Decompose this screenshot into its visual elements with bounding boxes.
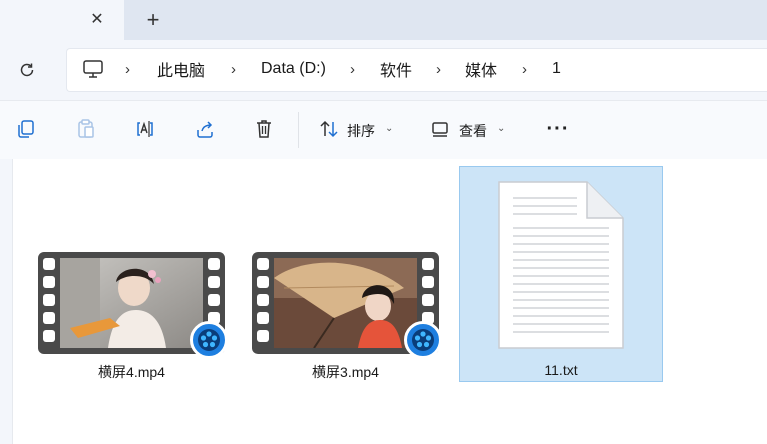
- chevron-down-icon: ⌄: [497, 123, 506, 134]
- see-more-button[interactable]: ···: [546, 114, 570, 144]
- film-hole: [43, 258, 55, 270]
- view-icon: [432, 122, 448, 137]
- film-hole: [257, 258, 269, 270]
- film-hole: [422, 294, 434, 306]
- trash-icon: [257, 120, 271, 138]
- film-hole: [208, 294, 220, 306]
- film-hole: [43, 294, 55, 306]
- film-hole: [257, 330, 269, 342]
- close-tab-button[interactable]: ✕: [86, 8, 108, 30]
- media-player-badge-icon: [404, 321, 442, 359]
- command-bar: [0, 100, 767, 160]
- share-button[interactable]: [193, 117, 217, 141]
- video-frame: [274, 258, 417, 348]
- breadcrumb-folder-1[interactable]: 1: [552, 48, 561, 90]
- plus-icon: +: [146, 7, 160, 32]
- film-hole: [422, 276, 434, 288]
- film-hole: [43, 312, 55, 324]
- toolbar-divider: [298, 112, 299, 148]
- paste-button[interactable]: [74, 117, 98, 141]
- sort-label[interactable]: 排序: [347, 121, 375, 141]
- breadcrumb-separator[interactable]: ›: [231, 48, 236, 90]
- new-tab-button[interactable]: +: [140, 7, 166, 32]
- breadcrumb-separator[interactable]: ›: [522, 48, 527, 90]
- paste-icon: [78, 119, 94, 138]
- close-icon: ✕: [90, 11, 104, 28]
- film-hole: [257, 312, 269, 324]
- breadcrumb-data-drive[interactable]: Data (D:): [261, 48, 326, 90]
- delete-button[interactable]: [252, 117, 276, 141]
- film-hole: [257, 294, 269, 306]
- rename-icon: [137, 121, 153, 137]
- computer-icon[interactable]: [82, 58, 104, 80]
- copy-icon: [18, 120, 34, 138]
- sort-icon: [320, 120, 338, 138]
- rename-button[interactable]: [133, 117, 157, 141]
- breadcrumb-separator[interactable]: ›: [125, 48, 130, 90]
- film-hole: [43, 276, 55, 288]
- chevron-down-icon: ⌄: [385, 123, 394, 134]
- film-hole: [43, 330, 55, 342]
- file-name[interactable]: 横屏3.mp4: [252, 362, 439, 382]
- navigation-pane-edge: [0, 159, 13, 444]
- breadcrumb-separator[interactable]: ›: [350, 48, 355, 90]
- film-hole: [208, 258, 220, 270]
- refresh-button[interactable]: [14, 58, 40, 82]
- breadcrumb-media[interactable]: 媒体: [465, 48, 497, 90]
- file-name[interactable]: 11.txt: [459, 362, 663, 378]
- breadcrumb-this-pc[interactable]: 此电脑: [157, 48, 205, 90]
- video-frame: [60, 258, 203, 348]
- sort-button[interactable]: [317, 117, 341, 141]
- film-hole: [422, 258, 434, 270]
- text-document-icon[interactable]: [497, 180, 625, 350]
- file-name[interactable]: 横屏4.mp4: [38, 362, 225, 382]
- view-label[interactable]: 查看: [459, 121, 487, 141]
- copy-button[interactable]: [14, 117, 38, 141]
- share-icon: [197, 121, 213, 138]
- film-hole: [257, 276, 269, 288]
- refresh-icon: [20, 63, 34, 77]
- view-button[interactable]: [428, 117, 452, 141]
- film-hole: [208, 276, 220, 288]
- breadcrumb-software[interactable]: 软件: [380, 48, 412, 90]
- media-player-badge-icon: [190, 321, 228, 359]
- breadcrumb-separator[interactable]: ›: [436, 48, 441, 90]
